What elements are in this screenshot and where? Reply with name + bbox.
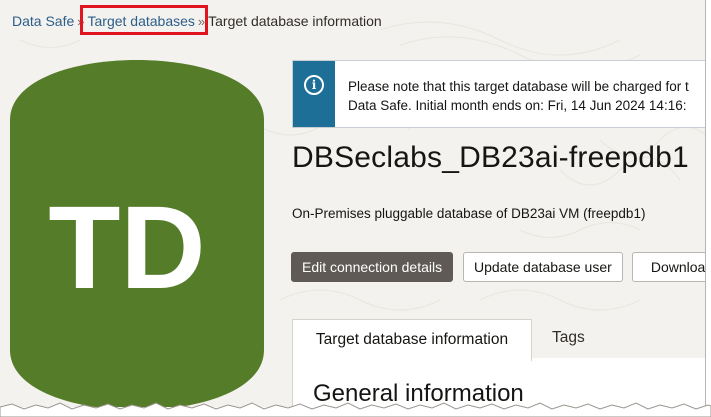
notice-text: Please note that this target database wi… (348, 77, 689, 115)
breadcrumb-current: Target database information (208, 13, 382, 29)
notice-line-1: Please note that this target database wi… (348, 79, 689, 94)
page-title: DBSeclabs_DB23ai-freepdb1 (292, 141, 689, 174)
edit-connection-details-button[interactable]: Edit connection details (291, 252, 454, 282)
update-database-user-button[interactable]: Update database user (463, 252, 623, 282)
target-database-icon: TD (10, 60, 264, 407)
highlight-box (80, 5, 208, 35)
torn-edge-decoration (0, 402, 711, 417)
tab-tags[interactable]: Tags (552, 329, 585, 347)
target-icon-initials: TD (48, 182, 205, 314)
info-icon: i (304, 75, 324, 95)
download-button[interactable]: Download (632, 252, 705, 282)
tab-target-database-information[interactable]: Target database information (292, 319, 532, 361)
target-description: On-Premises pluggable database of DB23ai… (292, 206, 646, 221)
billing-notice: i Please note that this target database … (292, 60, 705, 128)
notice-line-2: Data Safe. Initial month ends on: Fri, 1… (348, 98, 687, 113)
breadcrumb-data-safe[interactable]: Data Safe (12, 13, 74, 29)
page-container: Data Safe» Target databases» Target databa… (0, 0, 706, 407)
